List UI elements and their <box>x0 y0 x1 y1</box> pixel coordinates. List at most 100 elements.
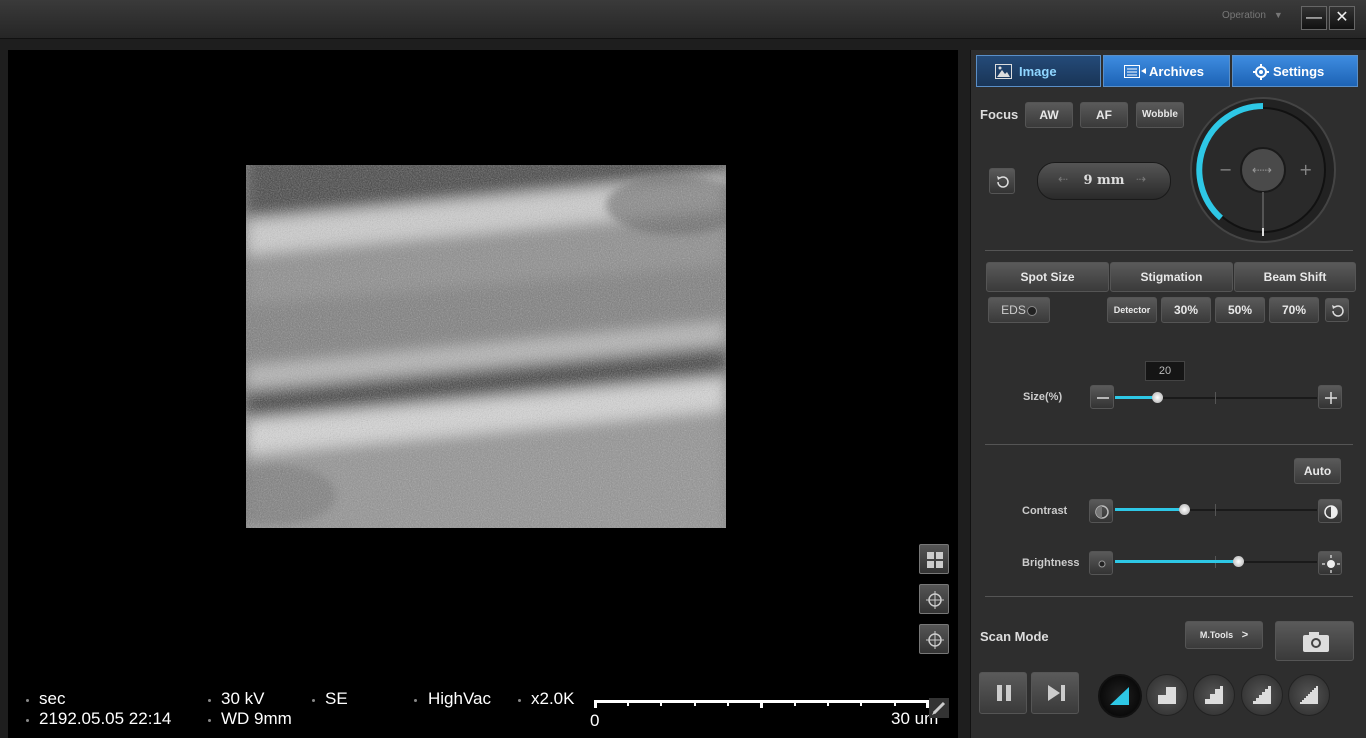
brightness-label: Brightness <box>1022 557 1080 569</box>
scan-mode-label: Scan Mode <box>980 629 1049 644</box>
wobble-button[interactable]: Wobble <box>1136 102 1184 128</box>
reset-focus-button[interactable] <box>989 168 1015 194</box>
preset-30-button[interactable]: 30% <box>1161 297 1211 323</box>
scan-time: sec <box>39 689 66 708</box>
divider <box>985 444 1353 445</box>
mtools-label: M.Tools <box>1199 630 1234 640</box>
scan-speed-5-icon <box>1300 686 1318 704</box>
sem-image <box>246 165 726 528</box>
slider-thumb[interactable] <box>1152 392 1163 403</box>
operation-menu-label: Operation <box>1222 10 1266 21</box>
step-forward-icon <box>1048 685 1065 701</box>
size-label: Size(%) <box>1023 391 1063 403</box>
pause-button[interactable] <box>979 672 1027 714</box>
step-forward-button[interactable] <box>1031 672 1079 714</box>
refresh-icon <box>1332 305 1344 317</box>
chevron-right-icon: > <box>1241 629 1249 641</box>
scan-mode-4-button[interactable] <box>1241 674 1283 716</box>
contrast-label: Contrast <box>1022 505 1068 517</box>
tab-image-label: Image <box>1019 64 1057 79</box>
vacuum-mode: HighVac <box>428 689 491 708</box>
mtools-button[interactable]: M.Tools > <box>1185 621 1263 649</box>
size-increase-button[interactable] <box>1318 385 1342 409</box>
tab-settings[interactable]: Settings <box>1232 55 1358 87</box>
arrow-right-icon: ⇢ <box>1136 172 1147 186</box>
indicator-icon <box>1026 305 1037 316</box>
tab-archives[interactable]: Archives <box>1103 55 1230 87</box>
tab-image[interactable]: Image <box>976 55 1101 87</box>
detector-button[interactable]: Detector <box>1107 297 1157 323</box>
target-button[interactable] <box>919 624 949 654</box>
scan-mode-2-button[interactable] <box>1146 674 1188 716</box>
size-decrease-button[interactable] <box>1090 385 1114 409</box>
camera-icon <box>1303 632 1329 652</box>
contrast-high-icon <box>1324 505 1338 519</box>
pen-icon[interactable] <box>929 698 949 718</box>
slider-thumb[interactable] <box>1179 504 1190 515</box>
eds-button[interactable]: EDS <box>988 297 1050 323</box>
bullet-icon <box>208 719 211 722</box>
status-bar: sec 2192.05.05 22:14 30 kV WD 9mm SE Hig… <box>8 686 958 738</box>
working-distance-control[interactable]: ⇠ 9 mm ⇢ <box>1037 162 1171 200</box>
scan-mode-3-button[interactable] <box>1193 674 1235 716</box>
gear-icon <box>1253 64 1269 80</box>
capture-button[interactable] <box>1275 621 1354 661</box>
aw-button[interactable]: AW <box>1025 102 1073 128</box>
bullet-icon <box>26 719 29 722</box>
size-slider[interactable] <box>1115 390 1317 406</box>
contrast-increase-button[interactable] <box>1318 499 1342 523</box>
size-value: 20 <box>1158 365 1172 377</box>
crosshair-icon <box>926 591 944 609</box>
sem-micrograph <box>246 165 726 528</box>
pause-icon <box>997 685 1011 701</box>
contrast-slider[interactable] <box>1115 502 1317 518</box>
slider-midpoint <box>1215 504 1216 516</box>
voltage: 30 kV <box>221 689 265 708</box>
brightness-low-icon <box>1098 560 1106 568</box>
contrast-decrease-button[interactable] <box>1089 499 1113 523</box>
brightness-slider[interactable] <box>1115 554 1317 570</box>
arrows-horizontal-icon: ⇠⇢ <box>1252 163 1272 177</box>
contrast-low-icon <box>1095 505 1109 519</box>
tab-spot-size[interactable]: Spot Size <box>986 262 1109 292</box>
af-button[interactable]: AF <box>1080 102 1128 128</box>
minimize-button[interactable]: — <box>1301 6 1327 30</box>
slider-fill <box>1115 508 1184 511</box>
grid-icon <box>927 552 943 568</box>
plus-icon <box>1325 392 1337 404</box>
focus-dial[interactable]: − + ⇠⇢ <box>1189 96 1337 244</box>
brightness-increase-button[interactable] <box>1318 551 1342 575</box>
control-panel: Image Archives Settings Focus AW AF Wobb… <box>970 50 1366 738</box>
datetime: 2192.05.05 22:14 <box>39 709 172 728</box>
brightness-decrease-button[interactable] <box>1089 551 1113 575</box>
image-icon <box>995 64 1012 79</box>
scan-mode-5-button[interactable] <box>1288 674 1330 716</box>
auto-button[interactable]: Auto <box>1294 458 1341 484</box>
magnification: x2.0K <box>531 689 575 708</box>
crosshair-icon <box>926 631 944 649</box>
tab-stigmation[interactable]: Stigmation <box>1110 262 1233 292</box>
slider-fill <box>1115 560 1238 563</box>
tab-beam-shift[interactable]: Beam Shift <box>1234 262 1356 292</box>
preset-70-button[interactable]: 70% <box>1269 297 1319 323</box>
refresh-icon <box>997 176 1009 188</box>
size-value-tooltip: 20 <box>1145 361 1185 381</box>
slider-thumb[interactable] <box>1233 556 1244 567</box>
center-point-button[interactable] <box>919 584 949 614</box>
minus-icon: − <box>1219 160 1232 179</box>
scan-speed-2-icon <box>1158 687 1176 704</box>
working-distance-value: 9 mm <box>1083 173 1125 188</box>
bullet-icon <box>26 699 29 702</box>
scan-mode-1-button[interactable] <box>1098 674 1142 718</box>
bullet-icon <box>414 699 417 702</box>
operation-menu[interactable]: Operation ▼ <box>1222 10 1283 21</box>
scale-bar <box>594 700 929 708</box>
preset-50-button[interactable]: 50% <box>1215 297 1265 323</box>
close-button[interactable]: ✕ <box>1329 6 1355 30</box>
image-viewport[interactable]: sec 2192.05.05 22:14 30 kV WD 9mm SE Hig… <box>8 50 958 738</box>
grid-view-button[interactable] <box>919 544 949 574</box>
scale-start: 0 <box>590 711 600 730</box>
slider-fill <box>1115 396 1157 399</box>
reset-spot-button[interactable] <box>1325 298 1349 322</box>
brightness-high-icon <box>1322 555 1340 573</box>
